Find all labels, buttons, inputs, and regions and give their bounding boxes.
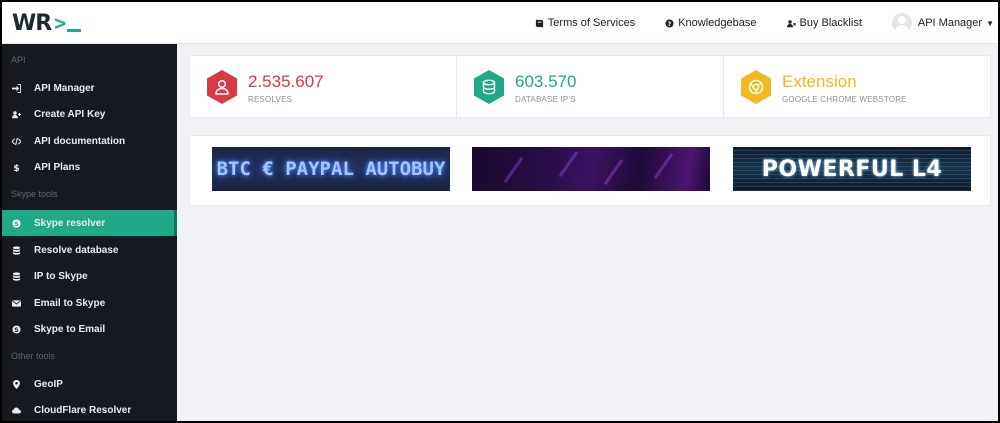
banners-card: BTC € PAYPAL AUTOBUY POWERFUL L4 [189,135,991,206]
sidebar-item-email-to-skype[interactable]: Email to Skype [2,290,177,316]
chrome-badge [738,69,774,105]
svg-text:?: ? [668,21,672,28]
caret-down-icon: ▼ [986,18,994,28]
nav-knowledgebase-link[interactable]: ? Knowledgebase [665,17,757,29]
nav-terms-link[interactable]: Terms of Services [535,17,635,29]
user-name: API Manager [917,17,983,29]
logo-text: WR [12,10,52,36]
sidebar-item-ip-to-skype[interactable]: IP to Skype [2,263,177,289]
sidebar-item-api-manager[interactable]: API Manager [2,75,177,101]
book-icon [535,19,543,27]
stat-extension-value: Extension [782,72,857,91]
sidebar-item-label: CloudFlare Resolver [34,404,132,416]
sidebar-item-geoip[interactable]: GeoIP [2,371,177,397]
banner-powerful-l4[interactable]: POWERFUL L4 [733,147,971,191]
stat-resolves-label: RESOLVES [248,95,293,104]
dollar-icon: $ [11,162,21,172]
sidebar-item-api-documentation[interactable]: API documentation [2,128,177,154]
skype-icon: S [11,218,21,228]
sidebar: API API Manager Create API Key API docum… [2,44,177,421]
sidebar-item-api-plans[interactable]: $ API Plans [2,154,177,180]
chrome-icon [748,79,764,95]
logo[interactable]: WR > [12,10,82,36]
map-marker-icon [11,379,21,389]
nav-terms-label: Terms of Services [547,17,636,29]
sidebar-item-label: Skype resolver [34,217,106,229]
sidebar-item-skype-resolver[interactable]: S Skype resolver [2,210,177,236]
stat-extension[interactable]: Extension GOOGLE CHROME WEBSTORE [724,56,990,117]
sidebar-item-label: GeoIP [34,378,63,390]
stats-card: 2.535.607 RESOLVES 603.570 DATABASE IP'S… [189,55,991,118]
user-icon [215,79,229,95]
sidebar-item-skype-to-email[interactable]: S Skype to Email [2,316,177,342]
stat-database-value: 603.570 [515,72,577,91]
user-plus-icon [11,109,21,119]
skype-icon: S [11,324,21,334]
user-menu[interactable]: API Manager ▼ [891,13,994,33]
user-times-icon [786,19,796,27]
nav-knowledgebase-label: Knowledgebase [678,17,757,29]
sidebar-item-label: IP to Skype [34,270,88,282]
nav-buy-blacklist-link[interactable]: Buy Blacklist [786,17,862,29]
cloud-icon [11,405,21,415]
sidebar-item-label: Skype to Email [34,323,106,335]
sidebar-item-label: API Plans [34,161,81,173]
resolves-badge [204,69,240,105]
code-icon [11,136,21,146]
svg-text:S: S [14,327,19,334]
sidebar-section-api: API [11,55,26,65]
logo-cursor-icon [67,28,82,32]
svg-text:S: S [14,221,19,228]
question-circle-icon: ? [665,18,674,28]
envelope-icon [11,298,21,308]
stat-database-label: DATABASE IP'S [515,95,576,104]
sign-in-icon [11,83,21,93]
database-icon [482,79,496,95]
sidebar-item-cloudflare-resolver[interactable]: CloudFlare Resolver [2,397,177,421]
sidebar-item-label: Resolve database [34,244,119,256]
stat-resolves: 2.535.607 RESOLVES [190,56,457,117]
avatar [891,13,912,33]
stat-extension-label: GOOGLE CHROME WEBSTORE [782,95,907,104]
database-badge [471,69,507,105]
sidebar-item-label: Create API Key [34,108,106,120]
stat-resolves-value: 2.535.607 [248,72,324,91]
sidebar-item-label: API documentation [34,135,126,147]
database-icon [11,245,21,255]
top-bar: WR > Terms of Services ? Knowledgebase B… [2,2,998,44]
database-icon [11,271,21,281]
sidebar-item-label: Email to Skype [34,297,106,309]
top-nav: Terms of Services ? Knowledgebase Buy Bl… [535,2,998,44]
sidebar-section-other-tools: Other tools [11,351,56,361]
sidebar-section-skype-tools: Skype tools [11,189,58,199]
logo-prompt-icon: > [54,11,67,35]
banner-btc-paypal-autobuy[interactable]: BTC € PAYPAL AUTOBUY [212,147,450,191]
banner-l4-text: POWERFUL L4 [761,156,943,182]
nav-buy-blacklist-label: Buy Blacklist [799,17,862,29]
sidebar-item-label: API Manager [34,82,95,94]
app-window: WR > Terms of Services ? Knowledgebase B… [2,2,998,421]
svg-text:$: $ [13,164,19,172]
sidebar-item-resolve-database[interactable]: Resolve database [2,237,177,263]
stat-database-ips: 603.570 DATABASE IP'S [457,56,724,117]
sidebar-item-create-api-key[interactable]: Create API Key [2,101,177,127]
banner-btc-text: BTC € PAYPAL AUTOBUY [216,158,446,180]
banner-purple[interactable] [472,147,710,191]
